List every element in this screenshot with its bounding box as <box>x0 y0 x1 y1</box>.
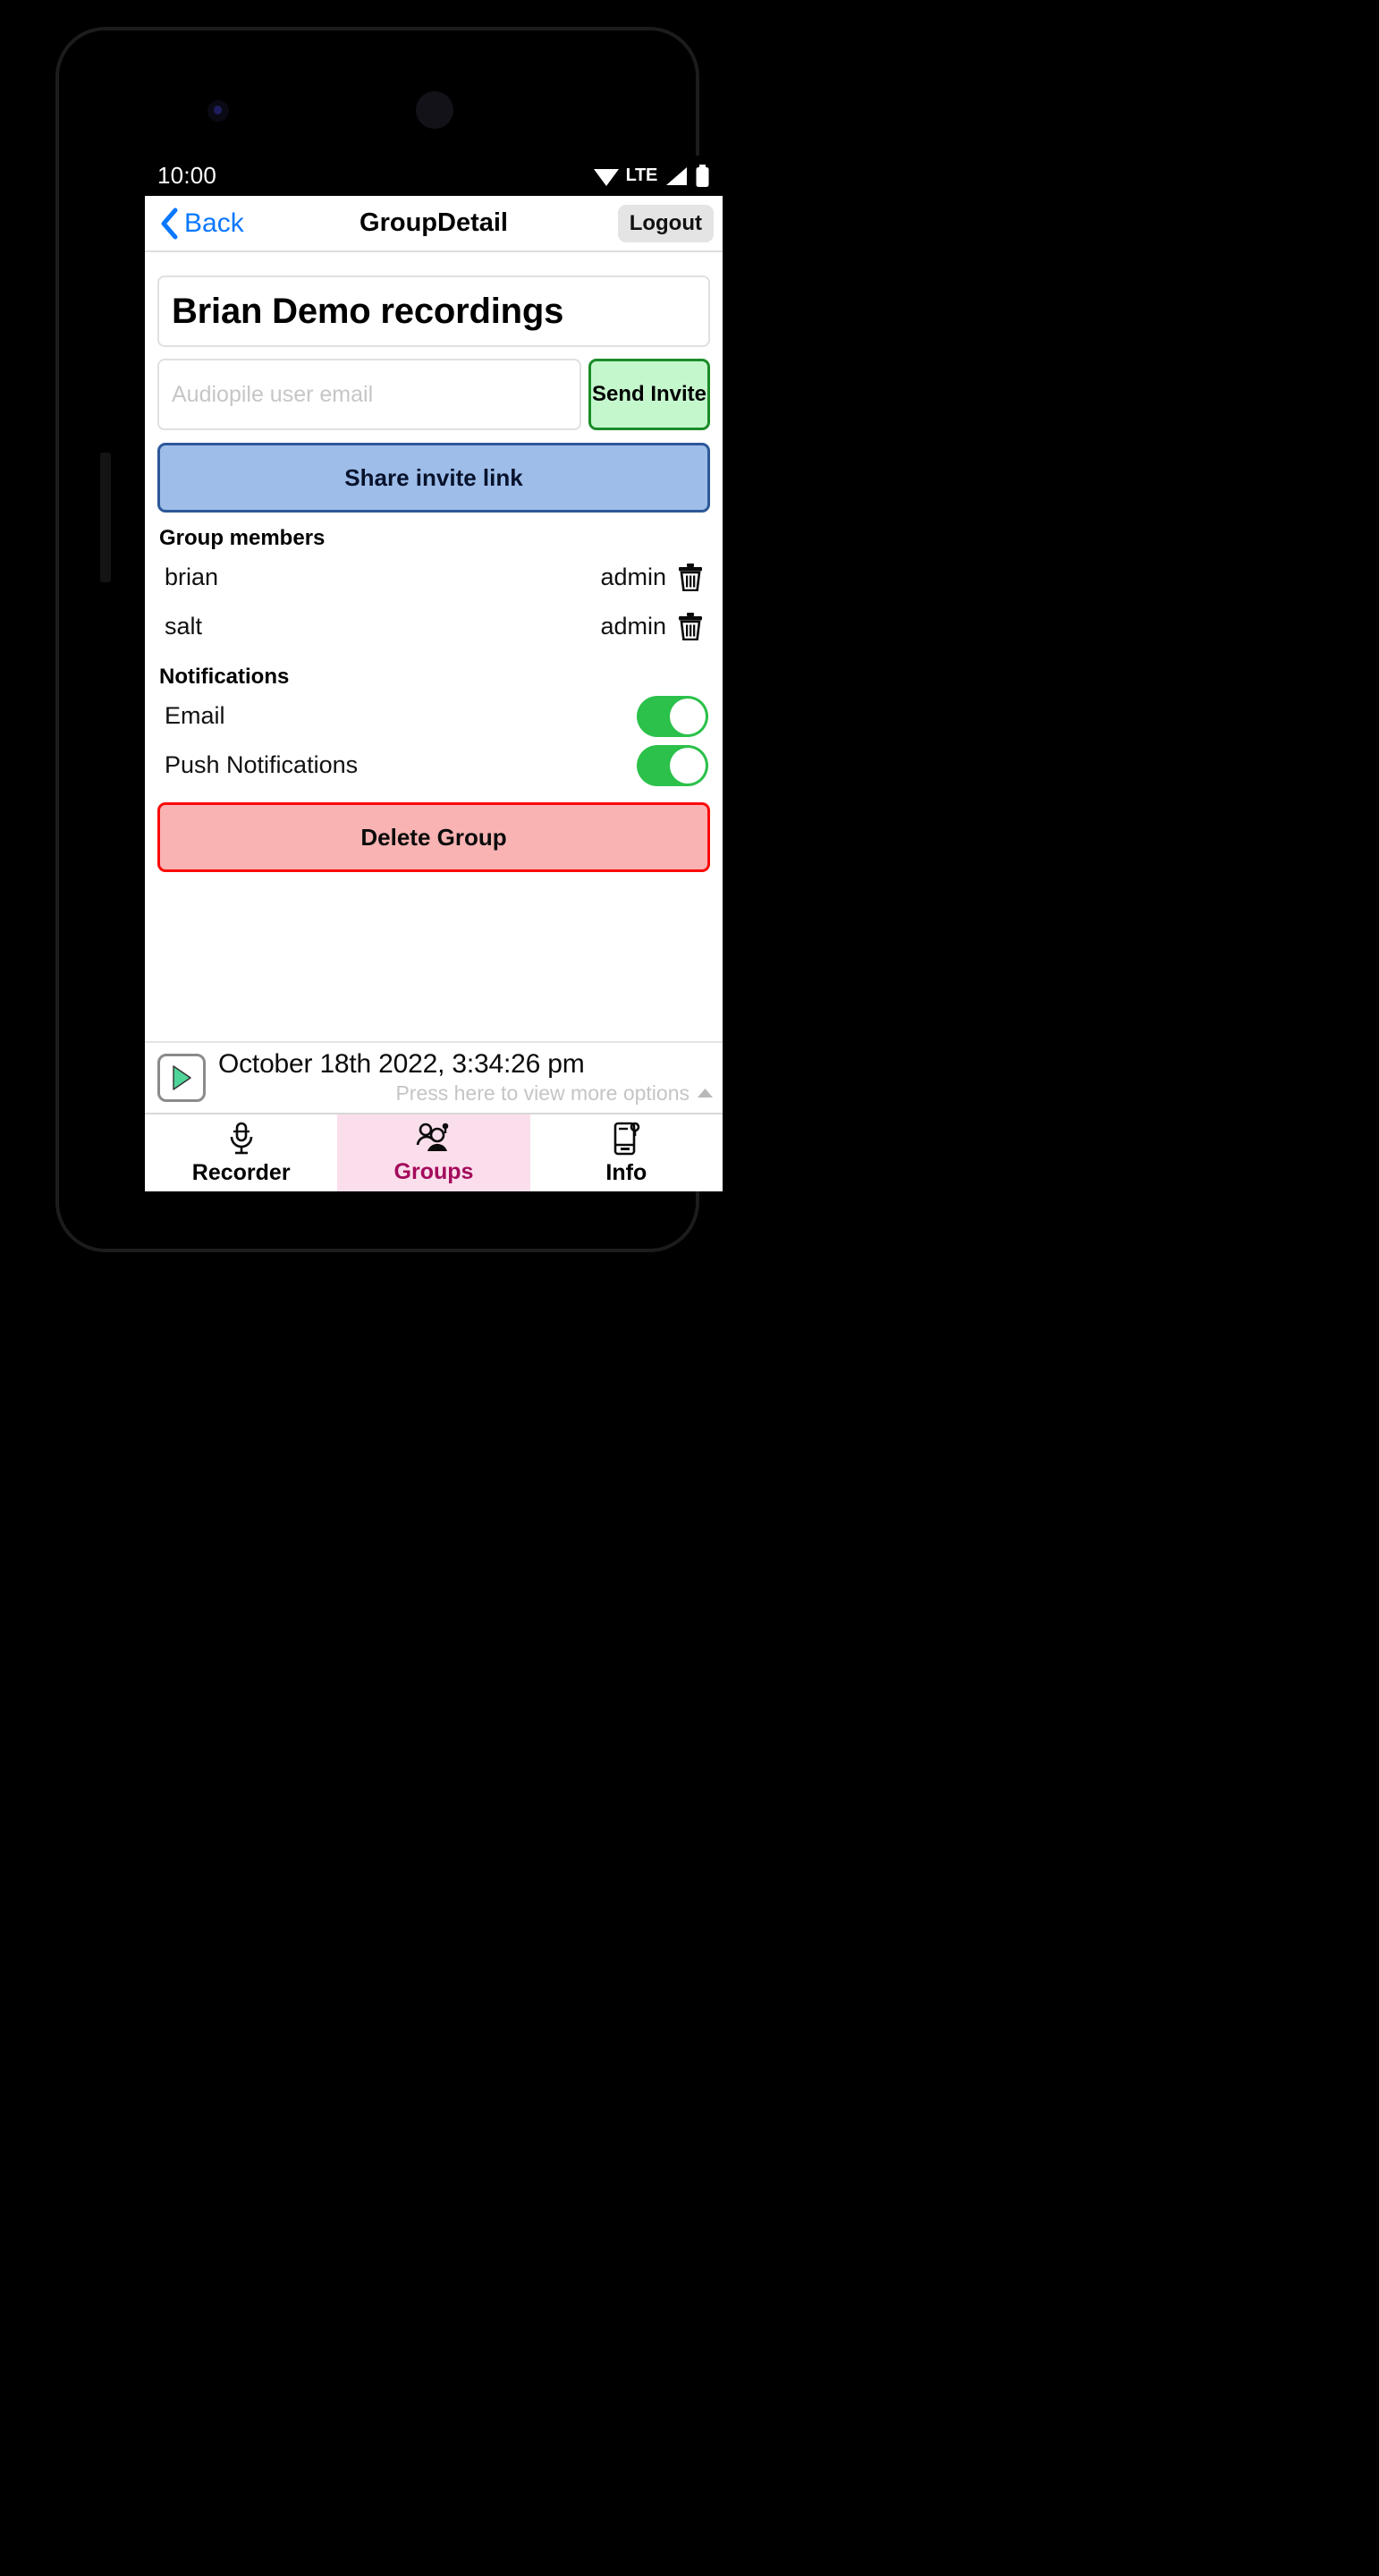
table-row[interactable]: brian admin <box>157 553 710 602</box>
front-sensor-icon <box>207 100 229 122</box>
tab-label: Groups <box>393 1158 474 1184</box>
member-role: admin <box>600 613 666 640</box>
more-options-button[interactable]: Press here to view more options <box>218 1081 714 1106</box>
push-notifications-toggle[interactable] <box>637 744 708 786</box>
tab-info[interactable]: Info <box>529 1114 723 1191</box>
signal-bars-icon <box>666 166 687 185</box>
tab-label: Recorder <box>191 1159 291 1185</box>
front-camera-icon <box>416 91 453 129</box>
caret-up-icon <box>698 1089 713 1098</box>
tab-label: Info <box>605 1159 647 1185</box>
wifi-icon <box>593 168 619 186</box>
send-invite-button[interactable]: Send Invite <box>588 359 710 430</box>
battery-icon <box>696 164 709 187</box>
invite-row: Send Invite <box>157 359 710 430</box>
chevron-left-icon <box>161 208 178 239</box>
back-button[interactable]: Back <box>154 206 250 242</box>
trash-icon[interactable] <box>678 564 703 591</box>
people-group-icon <box>416 1123 449 1151</box>
table-row[interactable]: salt admin <box>157 602 710 651</box>
toggle-knob <box>670 747 706 784</box>
more-options-label: Press here to view more options <box>395 1081 690 1106</box>
invite-email-input[interactable] <box>157 359 581 430</box>
network-type-label: LTE <box>625 165 658 185</box>
app-root: Back GroupDetail Logout Brian Demo recor… <box>145 196 723 1191</box>
toggle-knob <box>670 698 706 734</box>
email-notifications-toggle[interactable] <box>637 695 708 737</box>
member-role: admin <box>600 564 666 590</box>
member-name: salt <box>165 613 203 640</box>
trash-icon[interactable] <box>678 613 703 640</box>
group-name-value: Brian Demo recordings <box>172 291 564 331</box>
status-bar: 10:00 LTE <box>145 156 723 196</box>
content-top-spacer <box>157 252 710 275</box>
play-button[interactable] <box>157 1054 206 1102</box>
status-icon-group: LTE <box>593 164 710 188</box>
group-detail-content: Brian Demo recordings Send Invite Share … <box>145 252 723 1041</box>
notification-row-email: Email <box>157 691 710 741</box>
delete-group-button[interactable]: Delete Group <box>157 802 710 872</box>
phone-screen: 10:00 LTE Back GroupDetail Logout Brian … <box>145 156 723 1191</box>
tab-groups[interactable]: Groups <box>337 1114 530 1191</box>
status-clock: 10:00 <box>157 162 217 189</box>
navigation-header: Back GroupDetail Logout <box>145 196 723 252</box>
notifications-heading: Notifications <box>159 665 290 689</box>
group-members-heading: Group members <box>159 526 326 550</box>
audio-player-bar: October 18th 2022, 3:34:26 pm Press here… <box>145 1041 723 1113</box>
notification-label: Push Notifications <box>165 751 359 778</box>
member-meta: admin <box>600 613 703 640</box>
microphone-icon <box>230 1122 252 1154</box>
player-info: October 18th 2022, 3:34:26 pm Press here… <box>218 1050 714 1106</box>
recording-date: October 18th 2022, 3:34:26 pm <box>218 1048 585 1079</box>
notification-row-push: Push Notifications <box>157 741 710 790</box>
notification-label: Email <box>165 702 225 729</box>
share-invite-link-button[interactable]: Share invite link <box>157 443 710 513</box>
logout-button[interactable]: Logout <box>617 204 714 242</box>
back-label: Back <box>184 208 244 238</box>
member-name: brian <box>165 564 219 590</box>
member-meta: admin <box>600 564 703 591</box>
bottom-tab-bar: Recorder Groups Info <box>145 1113 723 1191</box>
phone-device-frame: 10:00 LTE Back GroupDetail Logout Brian … <box>55 27 723 1252</box>
device-side-button[interactable] <box>100 453 111 582</box>
phone-info-icon <box>614 1122 640 1155</box>
play-icon <box>173 1065 191 1090</box>
tab-recorder[interactable]: Recorder <box>145 1114 338 1191</box>
group-name-field[interactable]: Brian Demo recordings <box>157 275 710 347</box>
